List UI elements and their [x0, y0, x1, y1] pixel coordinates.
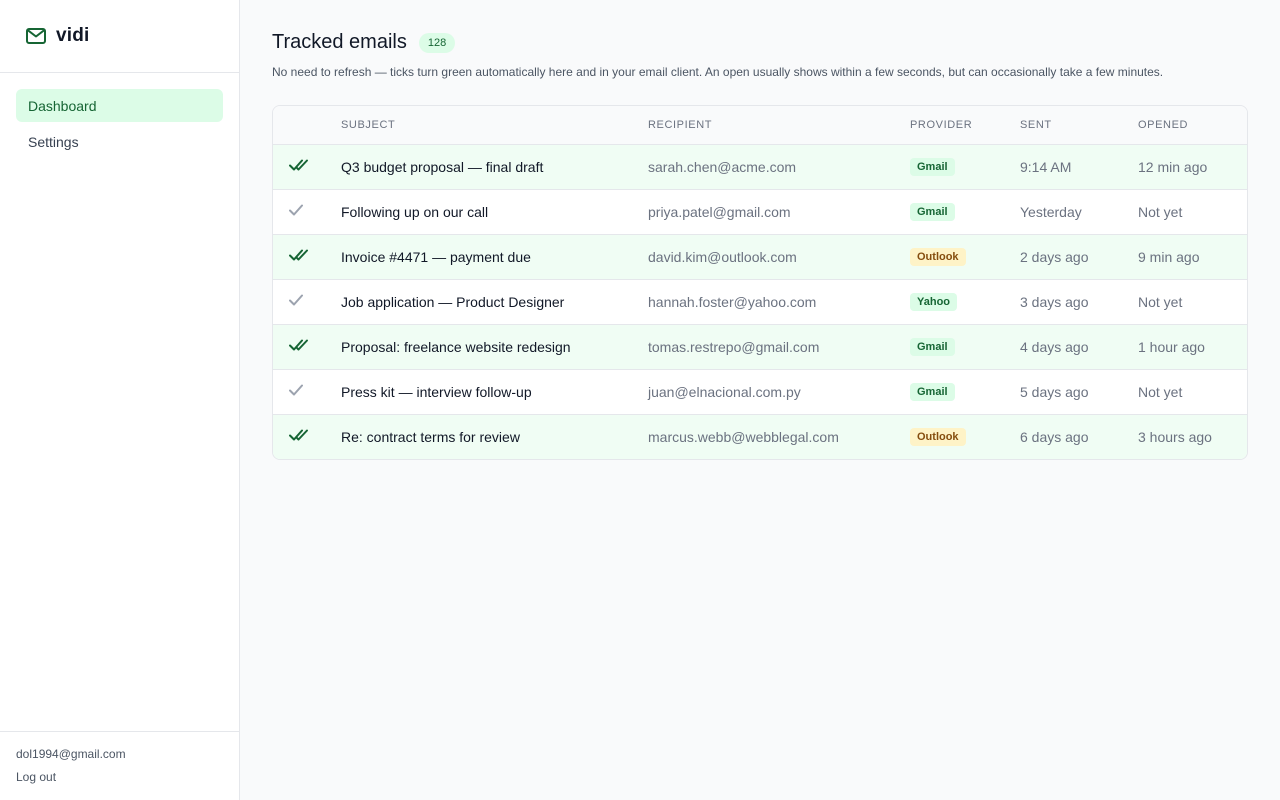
provider-badge: Gmail	[910, 383, 955, 401]
sent-cell: Yesterday	[1020, 188, 1138, 234]
double-check-icon	[289, 158, 311, 172]
page-subtitle: No need to refresh — ticks turn green au…	[272, 65, 1164, 79]
provider-cell: Yahoo	[910, 278, 1020, 324]
subject-cell: Invoice #4471 — payment due	[341, 233, 648, 279]
opened-cell: Not yet	[1138, 188, 1247, 234]
header-status	[273, 106, 341, 145]
sidebar-footer: dol1994@gmail.com Log out	[0, 731, 239, 800]
provider-badge: Yahoo	[910, 293, 958, 311]
table-row[interactable]: Following up on our call priya.patel@gmai…	[273, 188, 1247, 234]
header-recipient: RECIPIENT	[648, 106, 910, 145]
recipient-cell: hannah.foster@yahoo.com	[648, 278, 910, 324]
title-row: Tracked emails 128	[272, 31, 1248, 54]
provider-badge: Outlook	[910, 248, 966, 266]
status-cell	[273, 188, 341, 234]
subject-cell: Q3 budget proposal — final draft	[341, 158, 544, 175]
table-row[interactable]: Job application — Product Designer hannah…	[273, 278, 1247, 324]
header-subject: SUBJECT	[341, 106, 648, 145]
provider-cell: Outlook	[910, 233, 1020, 279]
recipient-cell: marcus.webb@webblegal.com	[648, 413, 910, 459]
sent-cell: 9:14 AM	[1020, 158, 1072, 175]
provider-badge: Gmail	[910, 203, 955, 221]
provider-badge: Outlook	[910, 428, 966, 447]
provider-badge: Gmail	[910, 338, 955, 356]
table-row[interactable]: Re: contract terms for review marcus.webb…	[273, 413, 1247, 459]
table-row[interactable]: Invoice #4471 — payment due david.kim@out…	[273, 233, 1247, 279]
recipient-cell: priya.patel@gmail.com	[648, 188, 910, 234]
double-check-icon	[289, 248, 311, 262]
recipient-cell: tomas.restrepo@gmail.com	[648, 323, 910, 369]
double-check-icon	[289, 338, 311, 352]
status-cell	[273, 323, 341, 369]
sidebar-item-settings[interactable]: Settings	[16, 125, 223, 158]
status-cell	[273, 278, 341, 324]
sent-cell: 2 days ago	[1020, 233, 1138, 279]
provider-cell: Outlook	[910, 413, 1020, 459]
status-cell	[273, 144, 341, 189]
sent-cell: 3 days ago	[1020, 278, 1138, 324]
provider-cell: Gmail	[910, 188, 1020, 234]
header-provider: PROVIDER	[910, 106, 1020, 145]
sidebar-nav: Dashboard Settings	[0, 73, 239, 161]
sidebar: vidi Dashboard Settings dol1994@gmail.co…	[0, 0, 240, 800]
app-root: vidi Dashboard Settings dol1994@gmail.co…	[0, 0, 1280, 800]
header-opened: OPENED	[1138, 106, 1247, 145]
status-cell	[273, 368, 341, 414]
table-row[interactable]: Proposal: freelance website redesign toma…	[273, 323, 1247, 369]
brand[interactable]: vidi	[0, 0, 239, 73]
status-cell	[273, 413, 341, 459]
sent-cell: 4 days ago	[1020, 323, 1138, 369]
sent-cell: 6 days ago	[1020, 413, 1138, 459]
subject-cell: Proposal: freelance website redesign	[341, 323, 648, 369]
brand-name: vidi	[56, 25, 90, 46]
header-sent: SENT	[1020, 106, 1138, 145]
check-icon	[289, 293, 311, 307]
opened-cell: Not yet	[1138, 368, 1247, 414]
subject-cell: Following up on our call	[341, 188, 648, 234]
emails-table-card: SUBJECT RECIPIENT PROVIDER SENT OPENED Q…	[272, 105, 1248, 460]
double-check-icon	[289, 428, 311, 442]
opened-cell: 3 hours ago	[1138, 413, 1247, 459]
opened-cell: 1 hour ago	[1138, 323, 1247, 369]
provider-cell: Gmail	[910, 323, 1020, 369]
provider-badge: Gmail	[910, 158, 955, 176]
subject-cell: Re: contract terms for review	[341, 413, 648, 459]
table-body: Q3 budget proposal — final draft sarah.ch…	[273, 144, 1247, 459]
user-email: dol1994@gmail.com	[16, 747, 126, 761]
provider-cell: Gmail	[910, 144, 1020, 189]
opened-cell: 9 min ago	[1138, 233, 1247, 279]
table-row[interactable]: Q3 budget proposal — final draft sarah.ch…	[273, 144, 1247, 189]
opened-cell: Not yet	[1138, 278, 1247, 324]
table-header-row: SUBJECT RECIPIENT PROVIDER SENT OPENED	[273, 106, 1247, 145]
subject-cell: Press kit — interview follow-up	[341, 368, 648, 414]
page-title: Tracked emails	[272, 31, 407, 53]
recipient-cell: juan@elnacional.com.py	[648, 368, 910, 414]
table-row[interactable]: Press kit — interview follow-up juan@elna…	[273, 368, 1247, 414]
recipient-cell: david.kim@outlook.com	[648, 233, 910, 279]
subject-cell: Job application — Product Designer	[341, 278, 648, 324]
status-cell	[273, 233, 341, 279]
mail-icon	[25, 25, 47, 47]
provider-cell: Gmail	[910, 368, 1020, 414]
count-badge: 128	[418, 32, 456, 53]
sent-cell: 5 days ago	[1020, 368, 1138, 414]
check-icon	[289, 383, 311, 397]
sidebar-item-dashboard[interactable]: Dashboard	[16, 89, 223, 122]
main-content: Tracked emails 128 No need to refresh — …	[240, 0, 1280, 800]
check-icon	[289, 203, 311, 217]
opened-cell: 12 min ago	[1138, 158, 1208, 175]
recipient-cell: sarah.chen@acme.com	[648, 158, 797, 175]
logout-link[interactable]: Log out	[16, 770, 223, 784]
emails-table: SUBJECT RECIPIENT PROVIDER SENT OPENED Q…	[273, 106, 1247, 459]
